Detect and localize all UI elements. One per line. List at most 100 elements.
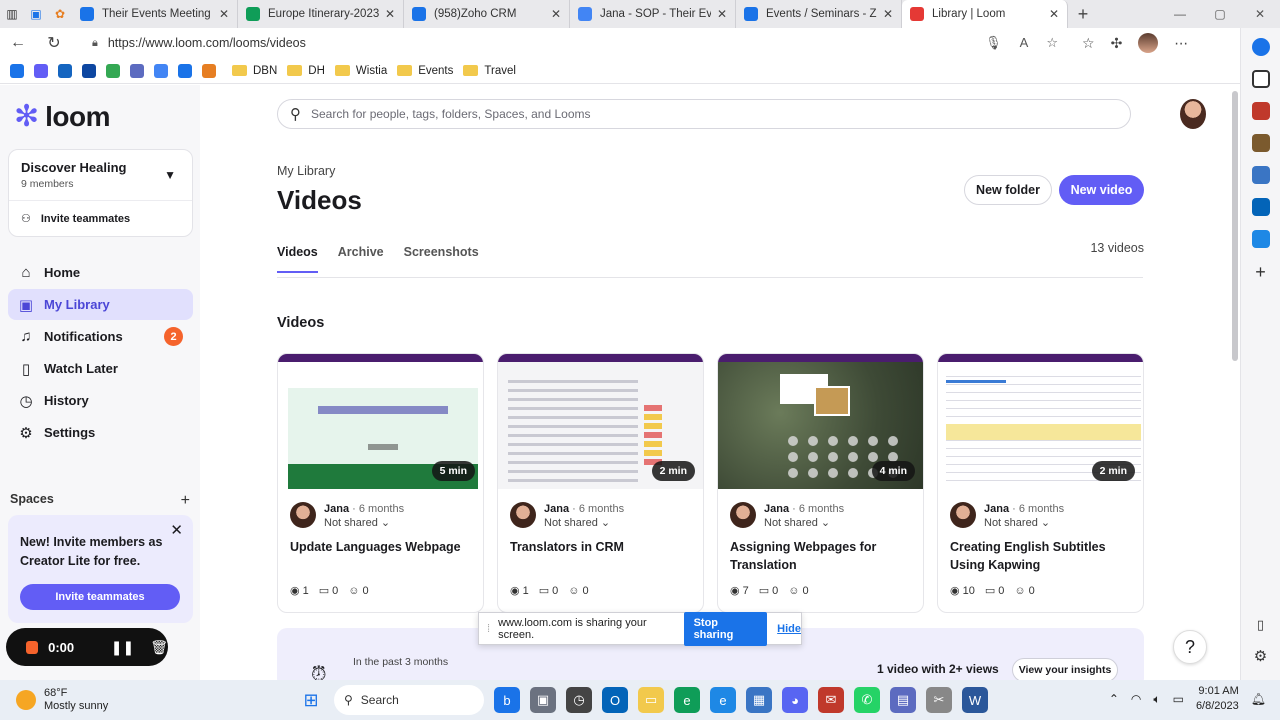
back-button[interactable]: ← (0, 34, 36, 52)
sidebar-item-watch-later[interactable]: ▯ Watch Later (8, 353, 193, 384)
read-aloud-icon[interactable]: A (1020, 35, 1029, 51)
bing-icon[interactable]: b (494, 687, 520, 713)
bing-icon[interactable] (1251, 38, 1270, 56)
weather-widget[interactable]: 68°F Mostly sunny (16, 687, 166, 713)
browser-tab[interactable]: Library | Loom ✕ (902, 0, 1068, 28)
bookmark-folder[interactable]: Wistia (334, 65, 387, 77)
drop-icon[interactable] (1251, 230, 1270, 248)
trash-icon[interactable]: 🗑︎ (150, 639, 168, 656)
close-tab-icon[interactable]: ✕ (219, 7, 229, 21)
breadcrumb[interactable]: My Library (277, 164, 335, 178)
edge-icon[interactable]: e (674, 687, 700, 713)
share-status-dropdown[interactable]: Not shared ⌄ (324, 517, 390, 529)
invite-teammates-link[interactable]: ⚇ Invite teammates (21, 212, 130, 226)
file-explorer-icon[interactable]: ▭ (638, 687, 664, 713)
video-thumbnail[interactable]: 4 min (718, 354, 923, 489)
share-status-dropdown[interactable]: Not shared ⌄ (764, 517, 830, 529)
video-title[interactable]: Update Languages Webpage (290, 538, 475, 556)
office-icon[interactable] (1251, 166, 1270, 184)
stop-sharing-button[interactable]: Stop sharing (683, 611, 768, 646)
chevron-up-icon[interactable]: ⌃ (1109, 692, 1119, 706)
video-card[interactable]: 4 min Jana · 6 months Not shared ⌄ Assignin… (717, 353, 924, 613)
windows-start-icon[interactable]: ⊞ (298, 687, 324, 713)
share-status-dropdown[interactable]: Not shared ⌄ (544, 517, 610, 529)
clock[interactable]: 9:01 AM 6/8/2023 (1196, 684, 1239, 714)
chevron-down-icon[interactable]: ▼ (164, 168, 176, 182)
browser-tab[interactable]: Their Events Meeting No ✕ (72, 0, 238, 28)
sidebar-settings-icon[interactable]: ⚙ (1254, 647, 1267, 665)
help-button[interactable]: ? (1173, 630, 1207, 664)
favorites-icon[interactable]: ☆ (1082, 35, 1095, 52)
bookmark-icon[interactable] (10, 63, 24, 78)
view-insights-button[interactable]: View your insights (1012, 658, 1118, 680)
new-tab-button[interactable]: + (1068, 4, 1098, 25)
hide-link[interactable]: Hide (777, 623, 801, 635)
messages-icon[interactable]: ✉ (818, 687, 844, 713)
video-card[interactable]: 2 min Jana · 6 months Not shared ⌄ Creating… (937, 353, 1144, 613)
sidebar-item-my-library[interactable]: ▣ My Library (8, 289, 193, 320)
clock-app-icon[interactable]: ◷ (566, 687, 592, 713)
scrollbar[interactable] (1232, 91, 1238, 361)
close-tab-icon[interactable]: ✕ (551, 7, 561, 21)
search-input[interactable] (311, 107, 1091, 121)
stop-recording-icon[interactable] (26, 640, 39, 654)
close-icon[interactable]: ✕ (170, 521, 183, 539)
tab-screenshots[interactable]: Screenshots (404, 245, 479, 273)
outlook-icon[interactable]: O (602, 687, 628, 713)
profile-avatar[interactable] (1138, 33, 1159, 53)
snipping-tool-icon[interactable]: ✂ (926, 687, 952, 713)
shopping-icon[interactable] (1251, 102, 1270, 120)
search-bar[interactable]: ⚲ (277, 99, 1131, 129)
word-icon[interactable]: W (962, 687, 988, 713)
bookmark-icon[interactable] (202, 63, 216, 78)
browser-tab[interactable]: Events / Seminars - Zoho ✕ (736, 0, 902, 28)
calculator-icon[interactable]: ▤ (890, 687, 916, 713)
bookmark-icon[interactable] (154, 63, 168, 78)
search-icon[interactable] (1251, 70, 1270, 88)
bookmark-icon[interactable] (82, 63, 96, 78)
drag-handle[interactable]: ⁞ (487, 623, 490, 635)
workspace-card[interactable]: Discover Healing 9 members ▼ ⚇ Invite te… (8, 149, 193, 237)
browser-tab[interactable]: Jana - SOP - Their Events ✕ (570, 0, 736, 28)
close-tab-icon[interactable]: ✕ (1049, 7, 1059, 21)
bookmark-icon[interactable] (130, 63, 144, 78)
add-sidebar-app-icon[interactable]: + (1255, 262, 1266, 283)
loom-logo[interactable]: ✻ loom (14, 101, 111, 133)
video-thumbnail[interactable]: 2 min (498, 354, 703, 489)
battery-icon[interactable]: ▭ (1173, 692, 1184, 706)
pinned-tab-icon[interactable]: ✿ (48, 2, 72, 26)
add-favorite-icon[interactable]: ☆ (1046, 35, 1058, 51)
video-title[interactable]: Translators in CRM (510, 538, 695, 556)
bookmark-icon[interactable] (34, 63, 48, 78)
sidebar-item-history[interactable]: ◷ History (8, 385, 193, 416)
pinned-tab-icon[interactable]: ▣ (24, 2, 48, 26)
video-thumbnail[interactable]: 2 min (938, 354, 1143, 489)
close-tab-icon[interactable]: ✕ (883, 7, 893, 21)
games-icon[interactable] (1251, 134, 1270, 152)
new-video-button[interactable]: New video (1059, 175, 1144, 205)
user-avatar[interactable] (1180, 99, 1206, 129)
extensions-icon[interactable]: ✣ (1111, 35, 1123, 52)
discord-icon[interactable]: ◕ (782, 687, 808, 713)
bookmark-icon[interactable] (178, 63, 192, 78)
bookmark-icon[interactable] (106, 63, 120, 78)
edge-browser-icon[interactable]: e (710, 687, 736, 713)
browser-tab[interactable]: Europe Itinerary-2023 - G ✕ (238, 0, 404, 28)
more-menu-icon[interactable]: ⋯ (1174, 35, 1188, 52)
task-view-icon[interactable]: ▣ (530, 687, 556, 713)
sidebar-item-settings[interactable]: ⚙ Settings (8, 417, 193, 448)
refresh-button[interactable]: ↻ (36, 33, 72, 53)
close-window-button[interactable]: ✕ (1240, 7, 1280, 21)
taskbar-search[interactable]: ⚲ Search (334, 685, 484, 715)
sidebar-item-notifications[interactable]: ♫ Notifications 2 (8, 321, 193, 352)
video-thumbnail[interactable]: 5 min (278, 354, 483, 489)
video-card[interactable]: 2 min Jana · 6 months Not shared ⌄ Translat… (497, 353, 704, 613)
video-card[interactable]: 5 min Jana · 6 months Not shared ⌄ Update L… (277, 353, 484, 613)
close-tab-icon[interactable]: ✕ (717, 7, 727, 21)
bookmark-folder[interactable]: Travel (463, 65, 516, 77)
browser-tab[interactable]: (958)Zoho CRM ✕ (404, 0, 570, 28)
split-screen-icon[interactable]: ▯ (1257, 617, 1264, 633)
outlook-icon[interactable] (1251, 198, 1270, 216)
volume-icon[interactable]: 🔈︎ (1153, 692, 1160, 707)
add-space-icon[interactable]: + (181, 492, 190, 510)
